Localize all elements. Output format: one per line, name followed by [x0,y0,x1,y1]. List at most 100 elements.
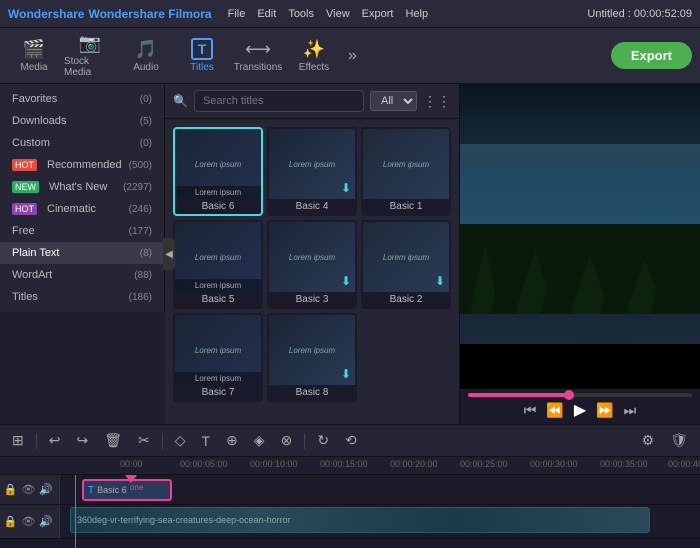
menu-tools[interactable]: Tools [288,8,314,20]
sidebar-item-free[interactable]: Free (177) [0,220,164,242]
sidebar-item-whats-new[interactable]: NEWWhat's New (2297) [0,176,164,198]
timecode-label: one [130,483,143,492]
return-btn[interactable]: ⟲ [341,430,361,451]
mark-4: 00:00:20:00 [390,459,438,469]
tool-media[interactable]: 🎬 Media [8,32,60,80]
tool-stock-media[interactable]: 📷 Stock Media [64,32,116,80]
title-card-basic4[interactable]: Lorem ipsum ⬇ Basic 4 [267,127,357,216]
app-logo-color: Wondershare [8,7,84,21]
titles-grid: Lorem ipsum Lorem ipsum Basic 6 Lorem ip… [165,119,459,410]
title-card-basic2[interactable]: Lorem ipsum ⬇ Basic 2 [361,220,451,309]
filter-dropdown[interactable]: All [370,91,417,111]
redo-btn[interactable]: ↪ [72,430,92,451]
preview-panel: ⏮ ⏪ ▶ ⏩ ⏭ [460,84,700,424]
app-name: Wondershare Filmora [88,7,211,21]
thumb-text-5: Lorem ipsum [289,253,335,262]
sidebar-item-plain-text[interactable]: Plain Text (8) [0,242,164,264]
favorites-label: Favorites [12,93,57,105]
tool-audio[interactable]: 🎵 Audio [120,32,172,80]
playback-controls: ⏮ ⏪ ▶ ⏩ ⏭ [468,400,692,420]
titles-label: Titles [190,62,214,73]
play-btn[interactable]: ▶ [574,400,586,420]
thumb-text-3: Lorem ipsum [383,160,429,169]
progress-bar[interactable] [468,393,692,397]
keyframe-btn[interactable]: ◈ [250,430,269,451]
track-1-eye[interactable]: 👁 [21,515,35,528]
free-count: (177) [129,226,152,237]
loop-btn[interactable]: ↻ [313,430,333,451]
mark-6: 00:00:30:00 [530,459,578,469]
text-btn[interactable]: T [198,431,215,451]
mark-5: 00:00:25:00 [460,459,508,469]
cinematic-count: (246) [129,204,152,215]
track-1-audio[interactable]: 🔊 [39,515,53,528]
sidebar-collapse-btn[interactable]: ◀ [163,238,175,270]
audio-btn[interactable]: ⊗ [277,430,297,451]
title-card-basic8[interactable]: Lorem ipsum ⬇ Basic 8 [267,313,357,402]
play-forward-btn[interactable]: ⏩ [596,402,613,419]
settings-btn[interactable]: ⚙ [638,430,659,451]
tool-titles[interactable]: T Titles [176,32,228,80]
stock-media-label: Stock Media [64,56,116,78]
ice-layer [460,164,700,224]
title-card-basic3[interactable]: Lorem ipsum ⬇ Basic 3 [267,220,357,309]
thumb-text-4: Lorem ipsum [195,253,241,262]
menu-edit[interactable]: Edit [257,8,276,20]
grid-btn[interactable]: ⊞ [8,430,28,451]
track-2-lock[interactable]: 🔒 [4,483,18,496]
menu-help[interactable]: Help [405,8,428,20]
sidebar-item-recommended[interactable]: HOTRecommended (500) [0,154,164,176]
cine-badge: HOT [12,203,37,215]
search-input[interactable] [194,90,364,112]
separator-3 [304,433,305,449]
speed-btn[interactable]: ⊕ [222,430,242,451]
grid-view-icon[interactable]: ⋮⋮ [423,93,451,110]
card-label-basic1: Basic 1 [363,199,449,214]
video-clip[interactable]: 360deg-vr-terrifying-sea-creatures-deep-… [70,507,650,533]
wordart-count: (88) [134,270,152,281]
export-button[interactable]: Export [611,42,692,69]
sidebar-item-favorites[interactable]: Favorites (0) [0,88,164,110]
menu-export[interactable]: Export [362,8,394,20]
titles-panel: 🔍 All ⋮⋮ Lorem ipsum Lorem ipsum Basic 6… [165,84,460,424]
custom-label: Custom [12,137,50,149]
downloads-label: Downloads [12,115,66,127]
timeline-tracks: 2 🔒 👁 🔊 T Basic 6 one 1 🔒 👁 🔊 [0,475,700,548]
menu-view[interactable]: View [326,8,350,20]
tool-effects[interactable]: ✨ Effects [288,32,340,80]
menu-file[interactable]: File [228,8,246,20]
step-forward-btn[interactable]: ⏭ [624,402,637,419]
track-1-lock[interactable]: 🔒 [4,515,18,528]
menu-bar: File Edit Tools View Export Help [228,8,428,20]
sidebar-item-custom[interactable]: Custom (0) [0,132,164,154]
step-back-btn[interactable]: ⏮ [524,402,537,419]
shield-btn[interactable]: 🛡 [666,430,692,451]
undo-btn[interactable]: ↩ [45,430,65,451]
title-card-basic5[interactable]: Lorem ipsum Lorem ipsum Basic 5 [173,220,263,309]
thumb-text-7: Lorem ipsum [195,346,241,355]
track-2-eye[interactable]: 👁 [21,483,35,496]
sidebar-item-cinematic[interactable]: HOT Cinematic (246) [0,198,164,220]
plain-text-count: (8) [140,248,152,259]
cut-btn[interactable]: ✂ [134,430,154,451]
track-2-audio[interactable]: 🔊 [39,483,53,496]
sidebar-item-titles[interactable]: Titles (186) [0,286,164,308]
clip-label: Basic 6 [97,485,127,495]
sidebar: Favorites (0) Downloads (5) Custom (0) H… [0,84,165,312]
title-card-basic1[interactable]: Lorem ipsum Basic 1 [361,127,451,216]
playhead-marker [125,475,137,483]
sidebar-item-downloads[interactable]: Downloads (5) [0,110,164,132]
card-label-basic3: Basic 3 [269,292,355,307]
tool-transitions[interactable]: ⟷ Transitions [232,32,284,80]
title-card-basic7[interactable]: Lorem ipsum Lorem ipsum Basic 7 [173,313,263,402]
title-card-basic6[interactable]: Lorem ipsum Lorem ipsum Basic 6 [173,127,263,216]
play-back-btn[interactable]: ⏪ [546,402,563,419]
mark-1: 00:00:05:00 [180,459,228,469]
audio-label: Audio [133,62,159,73]
delete-btn[interactable]: 🗑 [100,430,126,451]
sidebar-item-wordart[interactable]: WordArt (88) [0,264,164,286]
expand-tools-btn[interactable]: » [348,47,357,65]
marker-btn[interactable]: ◇ [171,430,190,451]
stock-media-icon: 📷 [79,33,101,54]
cinematic-label: Cinematic [47,203,96,215]
